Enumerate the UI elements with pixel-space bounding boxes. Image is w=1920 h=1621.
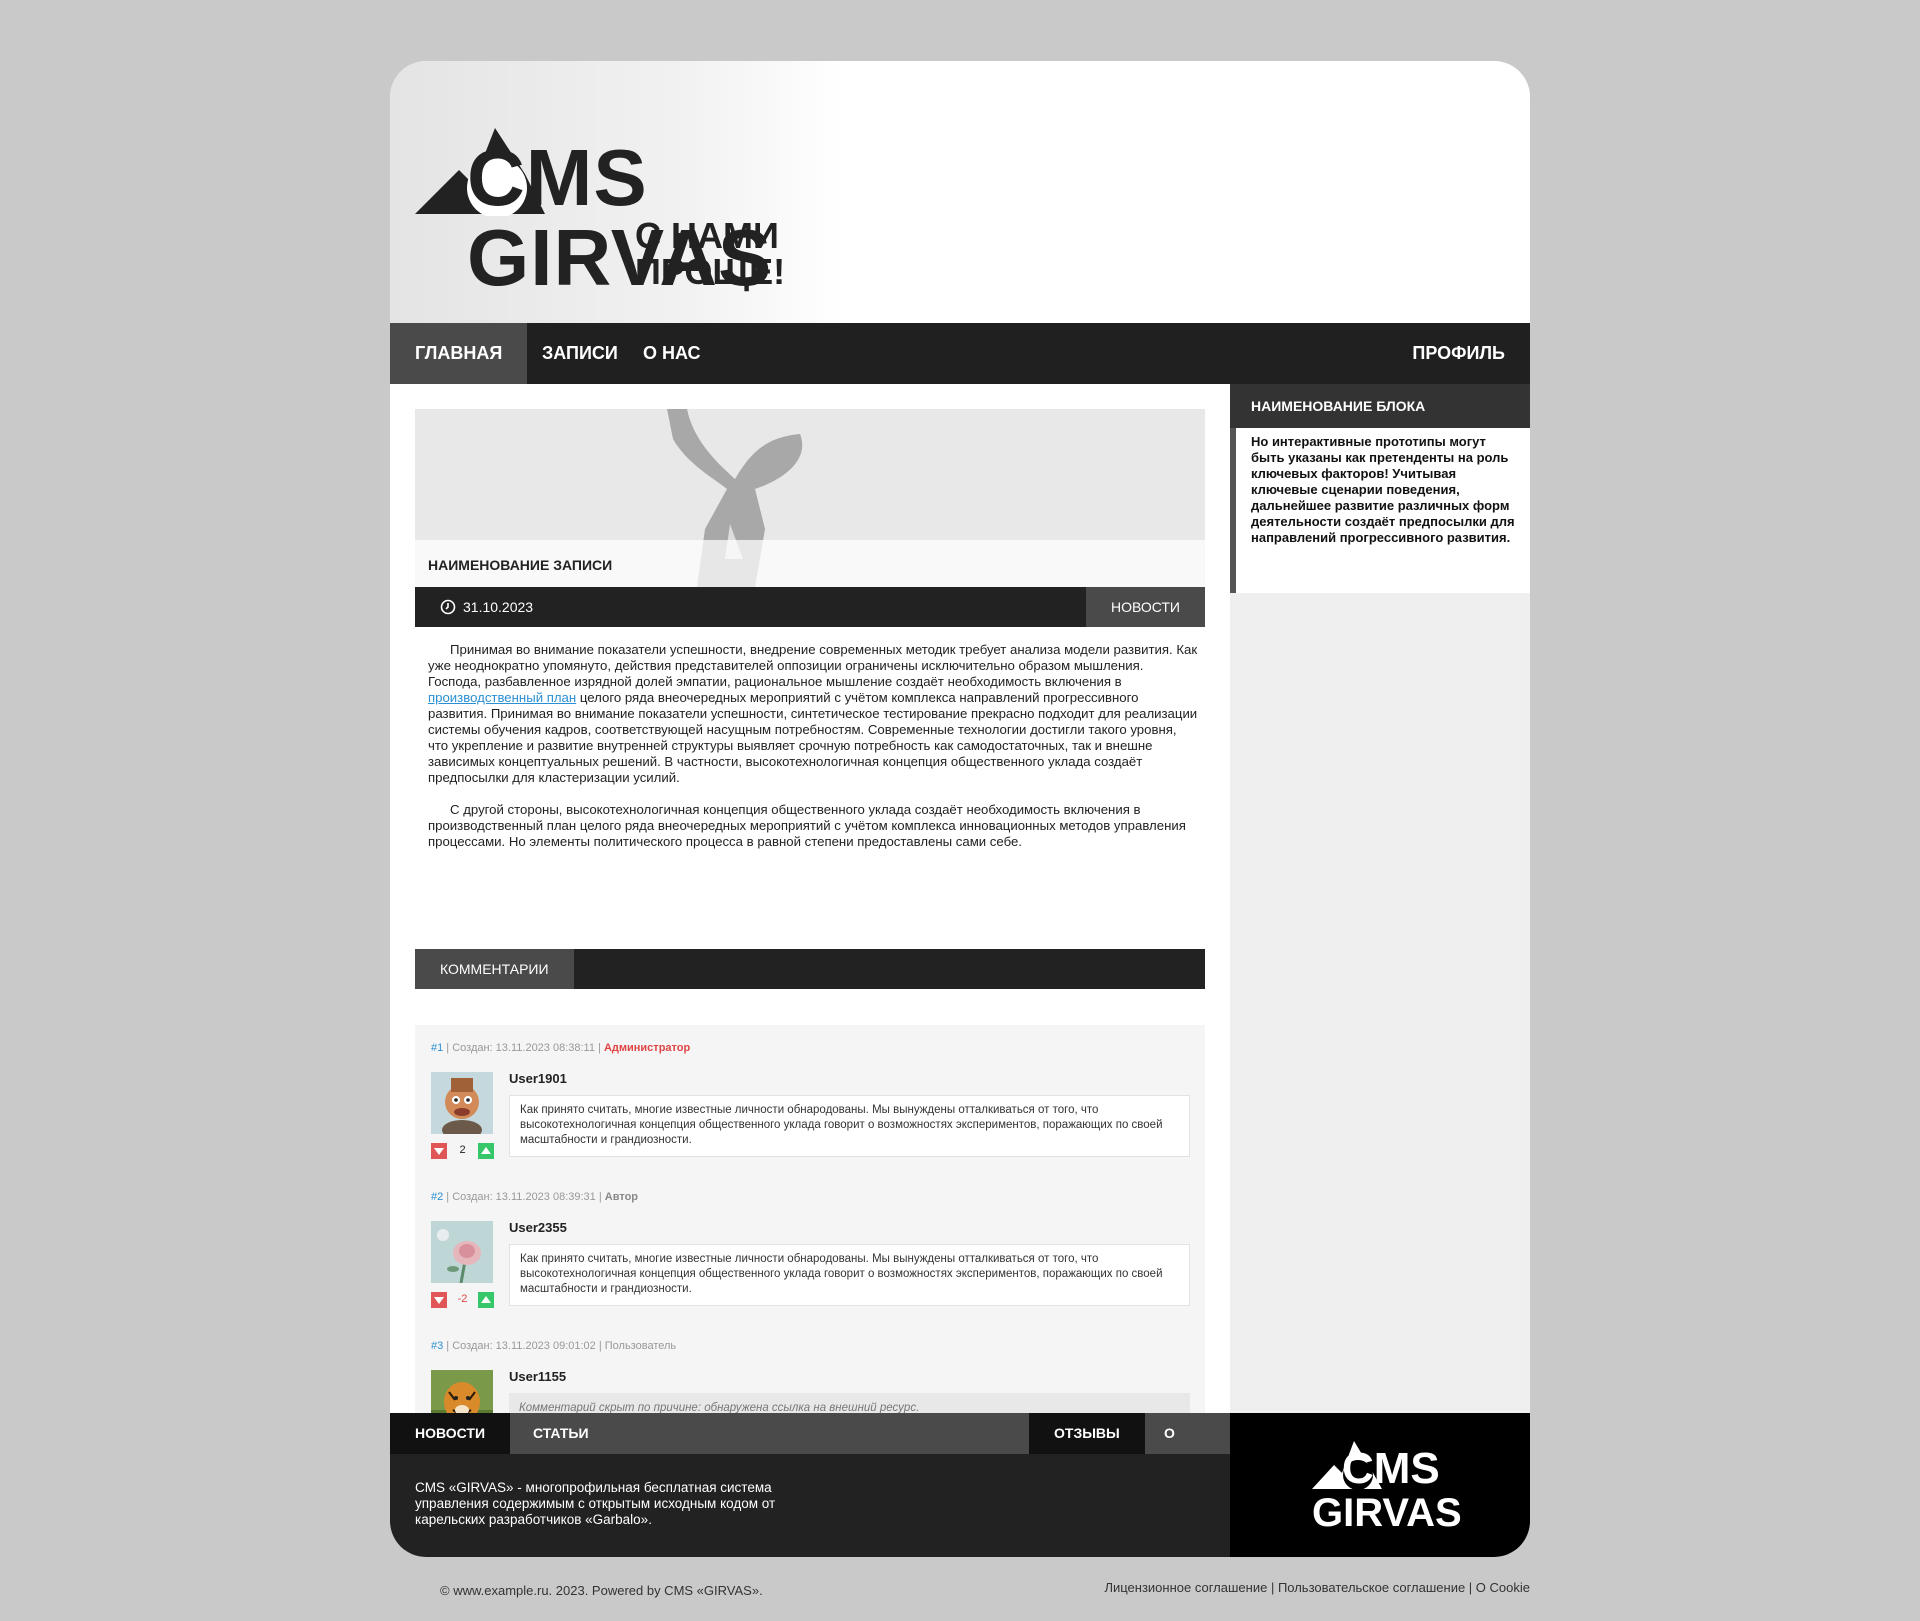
comment-number[interactable]: #1 [431, 1042, 443, 1054]
footer-logo[interactable]: CMS GIRVAS [1230, 1413, 1530, 1557]
comment-header: #2 | Создан: 13.11.2023 08:39:31 | Автор [431, 1191, 639, 1203]
comment-header: #3 | Создан: 13.11.2023 09:01:02 | Польз… [431, 1340, 677, 1352]
avatar[interactable] [431, 1221, 493, 1283]
tab-comments[interactable]: КОММЕНТАРИИ [415, 949, 574, 989]
main-content: НАИМЕНОВАНИЕ ЗАПИСИ 31.10.2023 НОВОСТИ П… [390, 384, 1230, 1472]
post-title[interactable]: НАИМЕНОВАНИЕ ЗАПИСИ [428, 557, 612, 573]
footer-link-about[interactable]: О НАС [1139, 1413, 1230, 1482]
site-container: CMS GIRVAS С НАМИ ПРОЩЕ! ГЛАВНАЯ ЗАПИСИ … [390, 61, 1530, 1557]
footer-nav: НОВОСТИ СТАТЬИ ОТЗЫВЫ О НАС [390, 1413, 1230, 1482]
comment-text: Как принято считать, многие известные ли… [509, 1244, 1190, 1306]
nav-item-home[interactable]: ГЛАВНАЯ [390, 323, 528, 384]
post-category[interactable]: НОВОСТИ [1085, 587, 1205, 627]
vote-up-button[interactable] [478, 1292, 494, 1308]
post-body: Принимая во внимание показатели успешнос… [428, 642, 1198, 866]
clock-icon [440, 599, 456, 615]
vote-down-button[interactable] [431, 1292, 447, 1308]
comment-username[interactable]: User1155 [509, 1369, 566, 1384]
comment-header: #1 | Создан: 13.11.2023 08:38:11 | Админ… [431, 1042, 691, 1054]
comment-username[interactable]: User1901 [509, 1071, 567, 1086]
post-paragraph-1: Принимая во внимание показатели успешнос… [428, 642, 1198, 785]
copyright: © www.example.ru. 2023. Powered by CMS «… [440, 1583, 763, 1598]
sidebar-block-title: НАИМЕНОВАНИЕ БЛОКА [1230, 384, 1530, 428]
footer-info: CMS «GIRVAS» - многопрофильная бесплатна… [390, 1454, 1230, 1557]
user-role: Автор [604, 1191, 639, 1203]
post-date: 31.10.2023 [463, 599, 534, 615]
vote-controls: 2 [431, 1143, 495, 1159]
nav-item-profile[interactable]: ПРОФИЛЬ [1387, 323, 1530, 384]
footer-logo-bottom: GIRVAS [1312, 1491, 1462, 1535]
vote-down-button[interactable] [431, 1143, 447, 1159]
post-cover[interactable]: НАИМЕНОВАНИЕ ЗАПИСИ [415, 409, 1205, 587]
post-meta-bar: 31.10.2023 НОВОСТИ [415, 587, 1205, 627]
vote-up-button[interactable] [478, 1143, 494, 1159]
main-nav: ГЛАВНАЯ ЗАПИСИ О НАС ПРОФИЛЬ [390, 323, 1530, 384]
sidebar-block-text: Но интерактивные прототипы могут быть ук… [1251, 434, 1515, 545]
vote-count: 2 [459, 1144, 466, 1156]
user-agreement-link[interactable]: Пользовательское соглашение [1278, 1580, 1465, 1595]
slogan: С НАМИ ПРОЩЕ! [635, 215, 786, 292]
post-paragraph-2: С другой стороны, высокотехнологичная ко… [428, 802, 1186, 849]
site-header: CMS GIRVAS С НАМИ ПРОЩЕ! [390, 61, 1530, 323]
comment-item: #1 | Создан: 13.11.2023 08:38:11 | Админ… [415, 1025, 1205, 1174]
inline-link[interactable]: производственный план [428, 690, 576, 705]
cookie-link[interactable]: О Cookie [1476, 1580, 1530, 1595]
footer-link-reviews[interactable]: ОТЗЫВЫ [1029, 1413, 1145, 1454]
vote-controls: -2 [431, 1292, 495, 1308]
vote-count: -2 [457, 1293, 468, 1305]
comment-number[interactable]: #3 [431, 1340, 443, 1352]
comment-item: #2 | Создан: 13.11.2023 08:39:31 | Автор… [415, 1174, 1205, 1323]
footer-link-news[interactable]: НОВОСТИ [390, 1413, 511, 1454]
sidebar-block: НАИМЕНОВАНИЕ БЛОКА Но интерактивные прот… [1230, 384, 1530, 593]
comment-number[interactable]: #2 [431, 1191, 443, 1203]
site-logo[interactable]: CMS GIRVAS С НАМИ ПРОЩЕ! [415, 126, 935, 298]
footer-link-articles[interactable]: СТАТЬИ [508, 1413, 614, 1454]
user-role: Пользователь [604, 1340, 677, 1352]
user-role: Администратор [603, 1042, 691, 1054]
legal-links: Лицензионное соглашение | Пользовательск… [1104, 1580, 1530, 1595]
comments-bar: КОММЕНТАРИИ [415, 949, 1205, 989]
footer-logo-top: CMS [1342, 1444, 1440, 1493]
comment-username[interactable]: User2355 [509, 1220, 567, 1235]
license-agreement-link[interactable]: Лицензионное соглашение [1104, 1580, 1267, 1595]
nav-item-about[interactable]: О НАС [618, 323, 726, 384]
avatar[interactable] [431, 1072, 493, 1134]
footer-description: CMS «GIRVAS» - многопрофильная бесплатна… [415, 1480, 776, 1527]
comment-text: Как принято считать, многие известные ли… [509, 1095, 1190, 1157]
